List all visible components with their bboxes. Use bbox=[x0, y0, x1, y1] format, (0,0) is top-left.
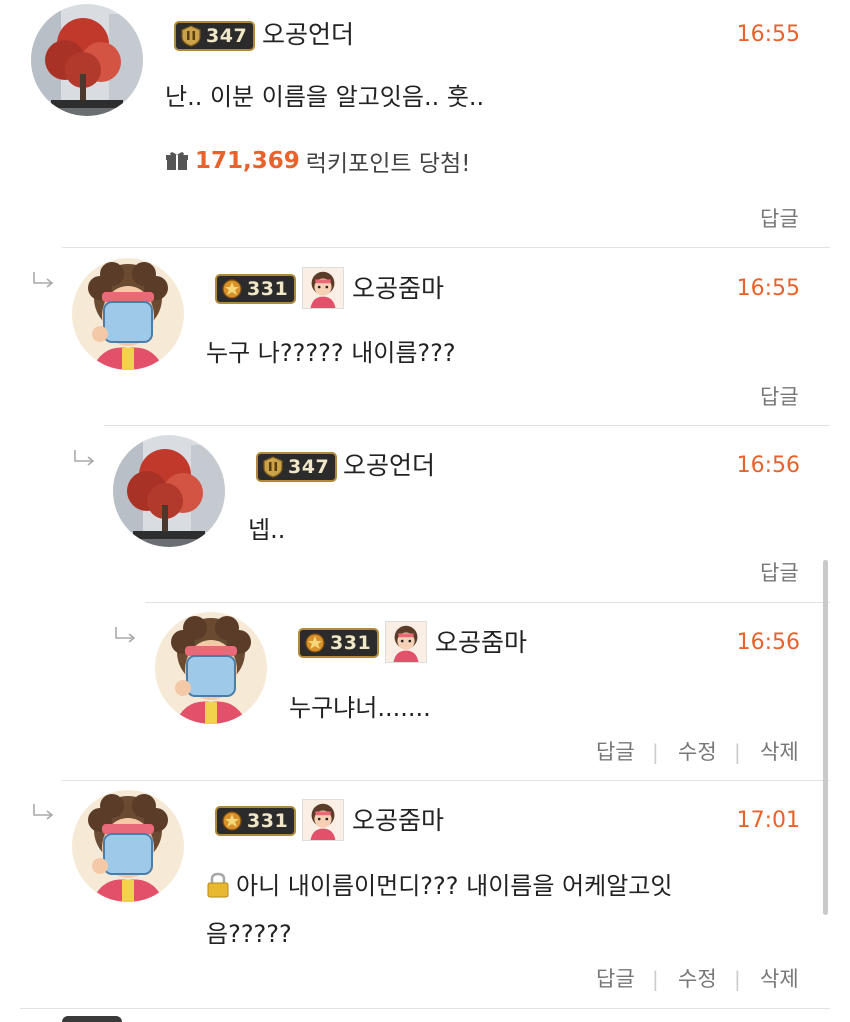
comment-text-continued: 음????? bbox=[206, 920, 292, 948]
character-icon bbox=[302, 799, 344, 841]
avatar[interactable] bbox=[31, 4, 143, 116]
level-emblem-icon bbox=[221, 810, 243, 832]
separator: | bbox=[652, 967, 659, 991]
nickname[interactable]: 오공줌마 bbox=[352, 274, 444, 304]
reply-button[interactable]: 답글 bbox=[760, 204, 799, 234]
comment-text: 누구 나????? 내이름??? bbox=[206, 339, 456, 367]
edit-button[interactable]: 수정 bbox=[678, 964, 717, 994]
separator: | bbox=[652, 740, 659, 764]
avatar[interactable] bbox=[72, 790, 184, 902]
reply-button[interactable]: 답글 bbox=[596, 964, 635, 994]
divider bbox=[62, 247, 830, 248]
delete-button[interactable]: 삭제 bbox=[760, 737, 799, 767]
lucky-point-row: 171,369 럭키포인트 당첨! bbox=[165, 144, 470, 178]
timestamp: 17:01 bbox=[736, 808, 800, 833]
character-icon bbox=[385, 621, 427, 663]
level-badge: 347 bbox=[256, 452, 338, 482]
reply-arrow-icon bbox=[31, 802, 57, 822]
comment-text: 아니 내이름이먼디??? 내이름을 어케알고잇 bbox=[236, 872, 673, 900]
divider bbox=[20, 1008, 830, 1009]
nickname[interactable]: 오공줌마 bbox=[352, 806, 444, 836]
reply-arrow-icon bbox=[113, 625, 139, 645]
reply-button[interactable]: 답글 bbox=[596, 737, 635, 767]
delete-button[interactable]: 삭제 bbox=[760, 964, 799, 994]
comment-text: 넵.. bbox=[248, 516, 286, 544]
separator: | bbox=[734, 740, 741, 764]
timestamp: 16:55 bbox=[736, 22, 800, 47]
nickname[interactable]: 오공언더 bbox=[262, 20, 354, 50]
level-emblem-icon bbox=[304, 632, 326, 654]
character-icon bbox=[302, 267, 344, 309]
reply-button[interactable]: 답글 bbox=[760, 382, 799, 412]
level-badge: 331 bbox=[298, 628, 380, 658]
separator: | bbox=[734, 967, 741, 991]
timestamp: 16:55 bbox=[736, 276, 800, 301]
timestamp: 16:56 bbox=[736, 630, 800, 655]
edit-button[interactable]: 수정 bbox=[678, 737, 717, 767]
comment-text-line: 아니 내이름이먼디??? 내이름을 어케알고잇 bbox=[206, 866, 672, 906]
reply-arrow-icon bbox=[72, 448, 98, 468]
timestamp: 16:56 bbox=[736, 453, 800, 478]
comment-text: 난.. 이분 이름을 알고잇음.. 훗.. bbox=[165, 83, 485, 111]
gift-icon bbox=[166, 152, 188, 170]
level-badge: 331 bbox=[215, 274, 297, 304]
level-value: 331 bbox=[247, 810, 289, 832]
level-badge: 331 bbox=[215, 806, 297, 836]
avatar[interactable] bbox=[113, 435, 225, 547]
nickname[interactable]: 오공줌마 bbox=[435, 628, 527, 658]
level-value: 347 bbox=[206, 25, 248, 47]
lock-icon bbox=[207, 872, 229, 898]
next-avatar-partial bbox=[62, 1016, 122, 1022]
comment-text: 누구냐너....... bbox=[289, 694, 431, 722]
level-value: 331 bbox=[330, 632, 372, 654]
reply-button[interactable]: 답글 bbox=[760, 558, 799, 588]
level-emblem-icon bbox=[221, 278, 243, 300]
level-emblem-icon bbox=[262, 456, 284, 478]
lucky-points: 171,369 bbox=[195, 148, 300, 174]
divider bbox=[104, 425, 830, 426]
reply-arrow-icon bbox=[31, 270, 57, 290]
divider bbox=[62, 780, 830, 781]
scrollbar[interactable] bbox=[823, 560, 828, 915]
level-badge: 347 bbox=[174, 21, 256, 51]
nickname[interactable]: 오공언더 bbox=[343, 451, 435, 481]
level-emblem-icon bbox=[180, 25, 202, 47]
lucky-text: 럭키포인트 당첨! bbox=[305, 151, 471, 177]
level-value: 331 bbox=[247, 278, 289, 300]
level-value: 347 bbox=[288, 456, 330, 478]
avatar[interactable] bbox=[72, 258, 184, 370]
divider bbox=[145, 602, 830, 603]
avatar[interactable] bbox=[155, 612, 267, 724]
